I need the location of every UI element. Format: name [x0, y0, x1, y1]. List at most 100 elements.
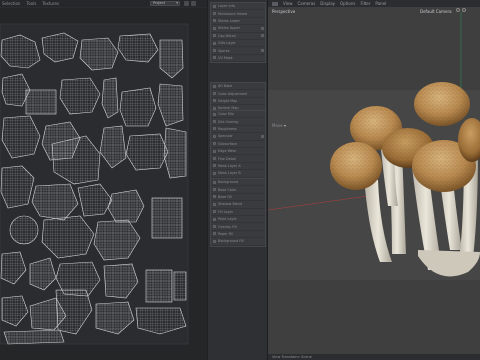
layer-row[interactable]: Height Map	[211, 98, 265, 106]
mushroom-model	[268, 12, 480, 277]
layer-row[interactable]: Layer Info	[211, 3, 265, 11]
visibility-eye-icon[interactable]	[213, 4, 216, 8]
layer-label: Gills Layer	[218, 41, 236, 46]
visibility-eye-icon[interactable]	[213, 92, 216, 96]
layer-row[interactable]: Shadow Blend	[211, 201, 265, 209]
layer-group-3: Color Mix Dirt Overlay Roughness Specula…	[210, 110, 266, 186]
visibility-eye-icon[interactable]	[213, 26, 216, 30]
visibility-eye-icon[interactable]	[213, 134, 216, 138]
layer-row[interactable]: Background Fill	[211, 238, 265, 246]
visibility-eye-icon[interactable]	[213, 142, 216, 146]
visibility-eye-icon[interactable]	[213, 127, 216, 131]
layer-label: Paint Layer	[218, 217, 237, 222]
visibility-eye-icon[interactable]	[213, 157, 216, 161]
layer-row[interactable]: Background	[211, 179, 265, 187]
visibility-eye-icon[interactable]	[213, 12, 216, 16]
layer-label: Base Color	[218, 187, 237, 192]
visibility-eye-icon[interactable]	[213, 99, 216, 103]
layer-row[interactable]: Dirt Overlay	[211, 118, 265, 126]
x-axis-line	[268, 195, 369, 211]
layer-row[interactable]: Mask Layer A	[211, 163, 265, 171]
layer-row[interactable]: Color Mix	[211, 111, 265, 119]
layer-row[interactable]: Roughness	[211, 126, 265, 134]
visibility-eye-icon[interactable]	[213, 149, 216, 153]
layer-label: Roughness	[218, 126, 237, 131]
layer-label: Subsurface	[218, 141, 237, 146]
visibility-eye-icon[interactable]	[213, 84, 216, 88]
layer-row[interactable]: AO Bake	[211, 83, 265, 91]
layer-row[interactable]: Paper Fill	[211, 231, 265, 239]
layer-row[interactable]: Overlay Fill	[211, 223, 265, 231]
layer-checkbox[interactable]	[261, 34, 264, 38]
mushroom-base	[418, 250, 480, 277]
uv-menu-selection[interactable]: Selection	[2, 1, 20, 6]
visibility-eye-icon[interactable]	[213, 225, 216, 229]
layer-label: Layer Info	[218, 4, 235, 9]
layer-label: Base Fill	[218, 194, 232, 199]
layer-row[interactable]: Stems Upper	[211, 25, 265, 33]
uv-menu-textures[interactable]: Textures	[42, 1, 59, 6]
layer-row[interactable]: Color Adjustment	[211, 90, 265, 98]
visibility-eye-icon[interactable]	[213, 120, 216, 124]
layer-label: AO Bake	[218, 84, 233, 89]
visibility-eye-icon[interactable]	[213, 210, 216, 214]
layer-label: Mask Layer A	[218, 163, 241, 168]
layer-row[interactable]: Fill Layer	[211, 209, 265, 216]
project-select[interactable]: Project	[150, 1, 180, 6]
layer-label: Mask Layer B	[218, 171, 241, 176]
visibility-eye-icon[interactable]	[213, 34, 216, 38]
layer-row[interactable]: Fine Detail	[211, 155, 265, 163]
layer-label: Mushroom Heads	[218, 11, 248, 16]
visibility-eye-icon[interactable]	[213, 195, 216, 199]
layer-row[interactable]: UV Mask	[211, 55, 265, 63]
viewport-3d[interactable]: View Cameras Display Options Filter Pane…	[268, 0, 480, 360]
layer-checkbox[interactable]	[261, 26, 264, 30]
visibility-eye-icon[interactable]	[213, 49, 216, 53]
visibility-eye-icon[interactable]	[213, 164, 216, 168]
visibility-eye-icon[interactable]	[213, 41, 216, 45]
layer-row[interactable]: Base Color	[211, 186, 265, 194]
layer-label: Stems Lower	[218, 18, 240, 23]
layer-row[interactable]: Subsurface	[211, 141, 265, 148]
layer-group-2: AO Bake Color Adjustment Height Map Norm…	[210, 82, 266, 114]
layer-checkbox[interactable]	[261, 49, 264, 53]
visibility-eye-icon[interactable]	[213, 239, 216, 243]
uv-island-layout	[0, 23, 189, 345]
layer-row[interactable]: Cap Detail	[211, 33, 265, 40]
visibility-eye-icon[interactable]	[213, 56, 216, 60]
visibility-eye-icon[interactable]	[213, 171, 216, 175]
layer-row[interactable]: Stems Lower	[211, 18, 265, 26]
layer-label: Edge Wear	[218, 149, 237, 154]
layer-group-4: Background Base Color Base Fill Shadow B…	[210, 178, 266, 247]
uv-tool-icons	[184, 1, 196, 6]
uv-menu-tools[interactable]: Tools	[26, 1, 36, 6]
layer-label: Overlay Fill	[218, 224, 237, 229]
uv-editor-panel: Selection Tools Textures Project	[0, 0, 207, 360]
visibility-eye-icon[interactable]	[213, 180, 216, 184]
layer-label: Dirt Overlay	[218, 119, 239, 124]
layer-label: Fine Detail	[218, 156, 236, 161]
uv-lock-icon[interactable]	[184, 1, 189, 6]
layer-row[interactable]: Mushroom Heads	[211, 10, 265, 18]
layer-label: Color Mix	[218, 112, 234, 117]
layer-row[interactable]: Edge Wear	[211, 148, 265, 156]
layer-label: Stems Upper	[218, 26, 240, 31]
visibility-eye-icon[interactable]	[213, 112, 216, 116]
layer-row[interactable]: Base Fill	[211, 194, 265, 202]
visibility-eye-icon[interactable]	[213, 19, 216, 23]
layer-checkbox[interactable]	[261, 134, 264, 138]
layer-label: Background Fill	[218, 239, 244, 244]
visibility-eye-icon[interactable]	[213, 188, 216, 192]
layer-row[interactable]: Mask Layer B	[211, 170, 265, 178]
layer-row[interactable]: Specular	[211, 133, 265, 141]
layer-row[interactable]: Spores	[211, 47, 265, 55]
visibility-eye-icon[interactable]	[213, 202, 216, 206]
visibility-eye-icon[interactable]	[213, 232, 216, 236]
uv-settings-icon[interactable]	[191, 1, 196, 6]
layer-group-1: Layer Info Mushroom Heads Stems Lower St…	[210, 2, 266, 64]
layer-row[interactable]: Paint Layer	[211, 216, 265, 224]
layer-row[interactable]: Gills Layer	[211, 40, 265, 48]
mushroom-caps	[330, 82, 480, 192]
visibility-eye-icon[interactable]	[213, 217, 216, 221]
uv-canvas[interactable]	[0, 8, 207, 360]
